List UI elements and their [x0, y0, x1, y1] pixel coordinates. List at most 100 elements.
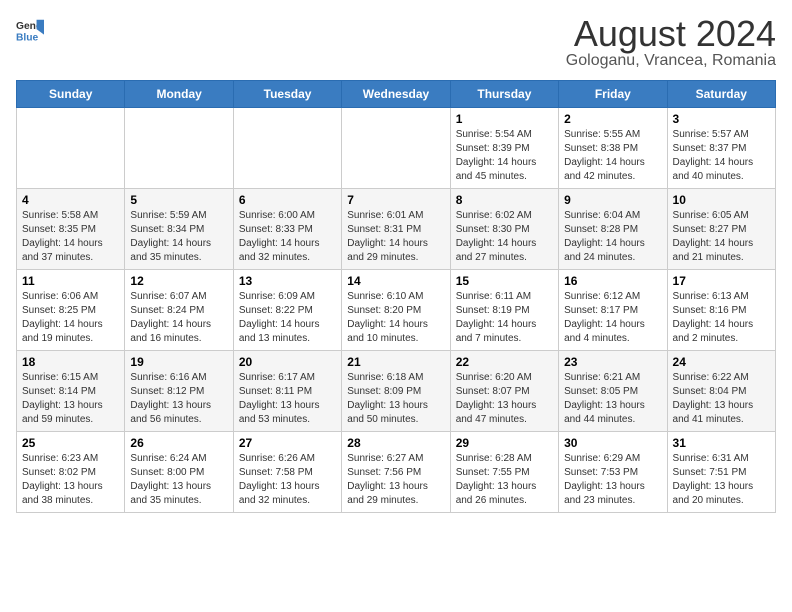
- calendar-cell: 17 Sunrise: 6:13 AM Sunset: 8:16 PM Dayli…: [667, 270, 775, 351]
- calendar-cell: 9 Sunrise: 6:04 AM Sunset: 8:28 PM Daylig…: [559, 189, 667, 270]
- calendar-cell: 29 Sunrise: 6:28 AM Sunset: 7:55 PM Dayli…: [450, 432, 558, 513]
- day-detail: Sunrise: 6:21 AM Sunset: 8:05 PM Dayligh…: [564, 371, 661, 427]
- calendar-cell: 28 Sunrise: 6:27 AM Sunset: 7:56 PM Dayli…: [342, 432, 450, 513]
- calendar-cell: 3 Sunrise: 5:57 AM Sunset: 8:37 PM Daylig…: [667, 108, 775, 189]
- day-detail: Sunrise: 6:07 AM Sunset: 8:24 PM Dayligh…: [130, 290, 227, 346]
- weekday-header-tuesday: Tuesday: [233, 81, 341, 108]
- day-detail: Sunrise: 6:09 AM Sunset: 8:22 PM Dayligh…: [239, 290, 336, 346]
- day-number: 30: [564, 436, 661, 450]
- weekday-header-saturday: Saturday: [667, 81, 775, 108]
- day-detail: Sunrise: 6:00 AM Sunset: 8:33 PM Dayligh…: [239, 209, 336, 265]
- calendar-week-row: 1Sunrise: 5:54 AM Sunset: 8:39 PM Daylig…: [17, 108, 776, 189]
- day-detail: Sunrise: 5:57 AM Sunset: 8:37 PM Dayligh…: [673, 128, 770, 184]
- day-number: 24: [673, 355, 770, 369]
- day-detail: Sunrise: 6:04 AM Sunset: 8:28 PM Dayligh…: [564, 209, 661, 265]
- day-number: 25: [22, 436, 119, 450]
- day-number: 22: [456, 355, 553, 369]
- day-detail: Sunrise: 6:31 AM Sunset: 7:51 PM Dayligh…: [673, 452, 770, 508]
- calendar-table: SundayMondayTuesdayWednesdayThursdayFrid…: [16, 80, 776, 513]
- calendar-cell: 18 Sunrise: 6:15 AM Sunset: 8:14 PM Dayli…: [17, 351, 125, 432]
- day-detail: Sunrise: 6:29 AM Sunset: 7:53 PM Dayligh…: [564, 452, 661, 508]
- calendar-cell: 31 Sunrise: 6:31 AM Sunset: 7:51 PM Dayli…: [667, 432, 775, 513]
- day-detail: Sunrise: 6:10 AM Sunset: 8:20 PM Dayligh…: [347, 290, 444, 346]
- day-detail: Sunrise: 6:28 AM Sunset: 7:55 PM Dayligh…: [456, 452, 553, 508]
- calendar-cell: 14Sunrise: 6:10 AM Sunset: 8:20 PM Dayli…: [342, 270, 450, 351]
- day-number: 26: [130, 436, 227, 450]
- weekday-header-friday: Friday: [559, 81, 667, 108]
- day-number: 3: [673, 112, 770, 126]
- day-detail: Sunrise: 6:24 AM Sunset: 8:00 PM Dayligh…: [130, 452, 227, 508]
- day-number: 27: [239, 436, 336, 450]
- calendar-cell: 22 Sunrise: 6:20 AM Sunset: 8:07 PM Dayli…: [450, 351, 558, 432]
- day-number: 12: [130, 274, 227, 288]
- day-detail: Sunrise: 5:54 AM Sunset: 8:39 PM Dayligh…: [456, 128, 553, 184]
- day-detail: Sunrise: 6:16 AM Sunset: 8:12 PM Dayligh…: [130, 371, 227, 427]
- weekday-header-row: SundayMondayTuesdayWednesdayThursdayFrid…: [17, 81, 776, 108]
- day-detail: Sunrise: 6:01 AM Sunset: 8:31 PM Dayligh…: [347, 209, 444, 265]
- day-number: 19: [130, 355, 227, 369]
- day-detail: Sunrise: 6:06 AM Sunset: 8:25 PM Dayligh…: [22, 290, 119, 346]
- calendar-cell: 5Sunrise: 5:59 AM Sunset: 8:34 PM Daylig…: [125, 189, 233, 270]
- day-number: 9: [564, 193, 661, 207]
- calendar-cell: 19 Sunrise: 6:16 AM Sunset: 8:12 PM Dayli…: [125, 351, 233, 432]
- day-number: 6: [239, 193, 336, 207]
- calendar-cell: 4Sunrise: 5:58 AM Sunset: 8:35 PM Daylig…: [17, 189, 125, 270]
- calendar-week-row: 18 Sunrise: 6:15 AM Sunset: 8:14 PM Dayli…: [17, 351, 776, 432]
- calendar-cell: 1Sunrise: 5:54 AM Sunset: 8:39 PM Daylig…: [450, 108, 558, 189]
- logo: General Blue: [16, 16, 44, 44]
- day-number: 13: [239, 274, 336, 288]
- calendar-cell: 13 Sunrise: 6:09 AM Sunset: 8:22 PM Dayli…: [233, 270, 341, 351]
- day-detail: Sunrise: 5:55 AM Sunset: 8:38 PM Dayligh…: [564, 128, 661, 184]
- calendar-cell: 20 Sunrise: 6:17 AM Sunset: 8:11 PM Dayli…: [233, 351, 341, 432]
- calendar-cell: [17, 108, 125, 189]
- page-subtitle: Gologanu, Vrancea, Romania: [566, 52, 776, 70]
- calendar-cell: 15 Sunrise: 6:11 AM Sunset: 8:19 PM Dayli…: [450, 270, 558, 351]
- calendar-cell: 10 Sunrise: 6:05 AM Sunset: 8:27 PM Dayli…: [667, 189, 775, 270]
- calendar-cell: 11 Sunrise: 6:06 AM Sunset: 8:25 PM Dayli…: [17, 270, 125, 351]
- day-detail: Sunrise: 6:17 AM Sunset: 8:11 PM Dayligh…: [239, 371, 336, 427]
- calendar-cell: 21Sunrise: 6:18 AM Sunset: 8:09 PM Dayli…: [342, 351, 450, 432]
- svg-text:Blue: Blue: [16, 32, 39, 43]
- logo-icon: General Blue: [16, 16, 44, 44]
- day-number: 8: [456, 193, 553, 207]
- calendar-cell: [342, 108, 450, 189]
- day-detail: Sunrise: 6:02 AM Sunset: 8:30 PM Dayligh…: [456, 209, 553, 265]
- day-detail: Sunrise: 6:15 AM Sunset: 8:14 PM Dayligh…: [22, 371, 119, 427]
- calendar-cell: 7 Sunrise: 6:01 AM Sunset: 8:31 PM Daylig…: [342, 189, 450, 270]
- calendar-cell: [125, 108, 233, 189]
- day-number: 2: [564, 112, 661, 126]
- day-number: 7: [347, 193, 444, 207]
- day-detail: Sunrise: 6:12 AM Sunset: 8:17 PM Dayligh…: [564, 290, 661, 346]
- day-detail: Sunrise: 6:20 AM Sunset: 8:07 PM Dayligh…: [456, 371, 553, 427]
- weekday-header-sunday: Sunday: [17, 81, 125, 108]
- calendar-week-row: 4Sunrise: 5:58 AM Sunset: 8:35 PM Daylig…: [17, 189, 776, 270]
- calendar-cell: 6 Sunrise: 6:00 AM Sunset: 8:33 PM Daylig…: [233, 189, 341, 270]
- day-detail: Sunrise: 6:13 AM Sunset: 8:16 PM Dayligh…: [673, 290, 770, 346]
- title-area: August 2024 Gologanu, Vrancea, Romania: [566, 16, 776, 70]
- calendar-cell: [233, 108, 341, 189]
- day-detail: Sunrise: 6:22 AM Sunset: 8:04 PM Dayligh…: [673, 371, 770, 427]
- calendar-cell: 23Sunrise: 6:21 AM Sunset: 8:05 PM Dayli…: [559, 351, 667, 432]
- day-number: 17: [673, 274, 770, 288]
- calendar-week-row: 25 Sunrise: 6:23 AM Sunset: 8:02 PM Dayli…: [17, 432, 776, 513]
- day-detail: Sunrise: 6:11 AM Sunset: 8:19 PM Dayligh…: [456, 290, 553, 346]
- day-number: 10: [673, 193, 770, 207]
- day-number: 11: [22, 274, 119, 288]
- day-detail: Sunrise: 6:05 AM Sunset: 8:27 PM Dayligh…: [673, 209, 770, 265]
- day-number: 29: [456, 436, 553, 450]
- weekday-header-monday: Monday: [125, 81, 233, 108]
- calendar-cell: 16 Sunrise: 6:12 AM Sunset: 8:17 PM Dayli…: [559, 270, 667, 351]
- day-number: 28: [347, 436, 444, 450]
- day-detail: Sunrise: 6:23 AM Sunset: 8:02 PM Dayligh…: [22, 452, 119, 508]
- calendar-cell: 24 Sunrise: 6:22 AM Sunset: 8:04 PM Dayli…: [667, 351, 775, 432]
- day-detail: Sunrise: 6:27 AM Sunset: 7:56 PM Dayligh…: [347, 452, 444, 508]
- calendar-cell: 12 Sunrise: 6:07 AM Sunset: 8:24 PM Dayli…: [125, 270, 233, 351]
- calendar-cell: 8 Sunrise: 6:02 AM Sunset: 8:30 PM Daylig…: [450, 189, 558, 270]
- day-number: 15: [456, 274, 553, 288]
- calendar-week-row: 11 Sunrise: 6:06 AM Sunset: 8:25 PM Dayli…: [17, 270, 776, 351]
- day-number: 18: [22, 355, 119, 369]
- calendar-cell: 2 Sunrise: 5:55 AM Sunset: 8:38 PM Daylig…: [559, 108, 667, 189]
- day-number: 20: [239, 355, 336, 369]
- day-number: 31: [673, 436, 770, 450]
- day-number: 16: [564, 274, 661, 288]
